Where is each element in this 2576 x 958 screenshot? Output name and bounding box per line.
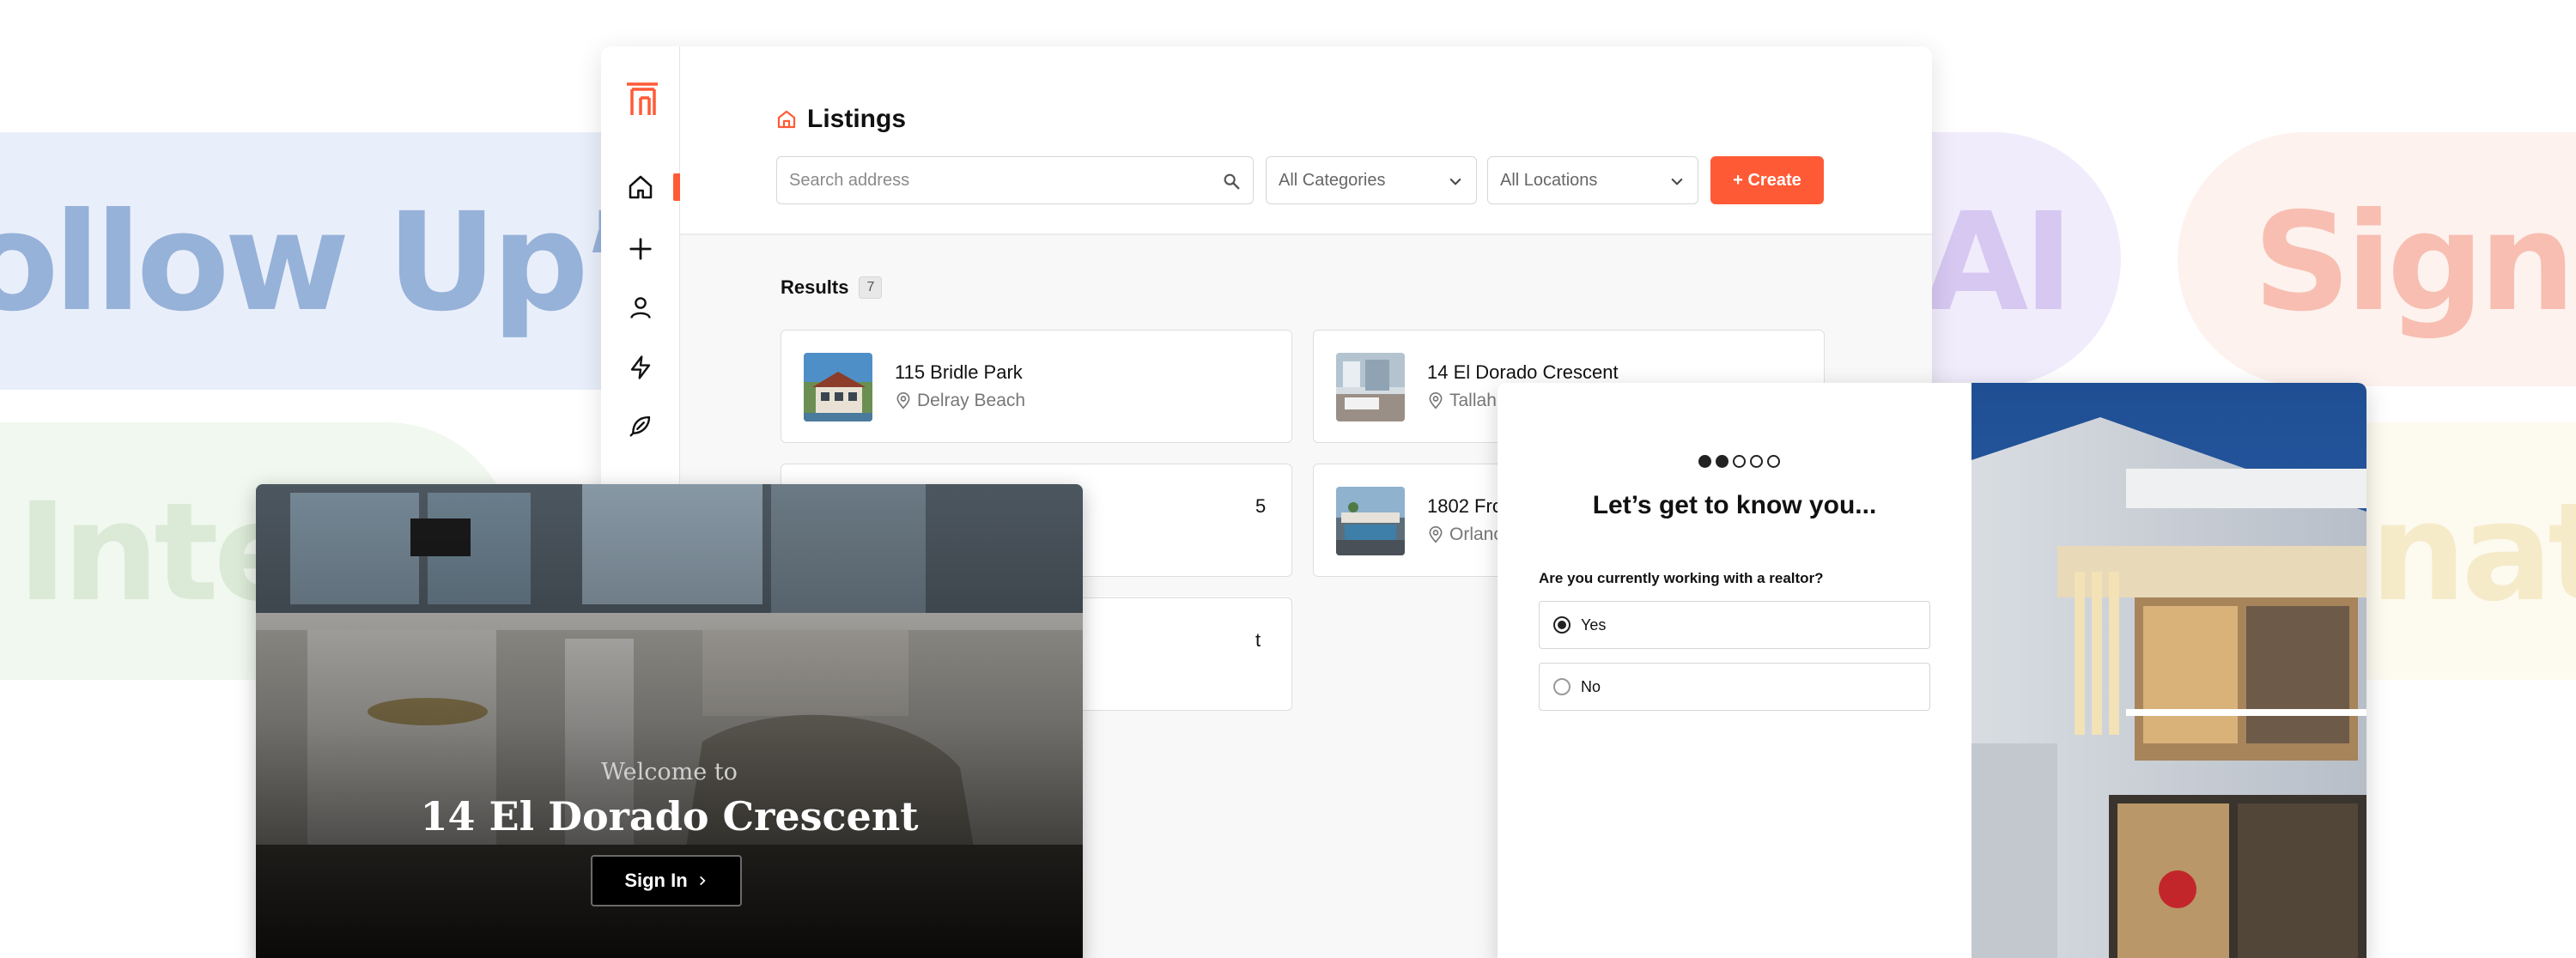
map-pin-icon bbox=[1429, 392, 1443, 409]
results-label: Results bbox=[781, 276, 849, 298]
property-title: 14 El Dorado Crescent bbox=[420, 793, 919, 840]
listing-name: 1802 Fro bbox=[1427, 495, 1504, 517]
listing-location: Orlanc bbox=[1427, 524, 1503, 545]
listing-thumbnail bbox=[804, 353, 872, 421]
background-text: nati bbox=[2370, 474, 2576, 632]
questionnaire-form: Let’s get to know you... Are you current… bbox=[1498, 383, 1971, 958]
option-no[interactable]: No bbox=[1539, 663, 1930, 711]
home-icon[interactable] bbox=[623, 170, 658, 204]
category-select[interactable]: All Categories bbox=[1266, 156, 1477, 204]
location-select[interactable]: All Locations bbox=[1487, 156, 1698, 204]
listings-home-icon bbox=[777, 110, 796, 129]
background-text: AI bbox=[1923, 184, 2074, 342]
progress-dot bbox=[1750, 455, 1763, 468]
background-pill-sign: Sign I bbox=[2178, 132, 2576, 386]
listing-name: 115 Bridle Park bbox=[895, 361, 1023, 383]
option-label: Yes bbox=[1581, 615, 1607, 634]
category-select-value: All Categories bbox=[1279, 170, 1386, 190]
plus-icon[interactable] bbox=[623, 232, 658, 266]
listing-location-text: Delray Beach bbox=[917, 391, 1026, 410]
progress-dots bbox=[1698, 455, 1780, 468]
search-box[interactable] bbox=[776, 156, 1254, 204]
listing-card[interactable]: 115 Bridle Park Delray Beach bbox=[781, 330, 1292, 443]
listing-name: t bbox=[1255, 629, 1261, 651]
listing-location-text: Tallah bbox=[1449, 391, 1497, 410]
sign-in-label: Sign In bbox=[624, 870, 688, 891]
background-text: Sign I bbox=[2253, 184, 2576, 342]
page-title: Listings bbox=[807, 105, 907, 133]
map-pin-icon bbox=[1429, 526, 1443, 543]
background-text: ollow Up’s bbox=[0, 184, 618, 342]
feather-icon[interactable] bbox=[623, 409, 658, 443]
results-header: Results 7 bbox=[781, 276, 883, 299]
results-count-badge: 7 bbox=[859, 276, 883, 299]
progress-dot bbox=[1767, 455, 1780, 468]
search-icon[interactable] bbox=[1222, 172, 1241, 191]
listing-location: Tallah bbox=[1427, 391, 1497, 411]
listings-header: Listings All Categories All Locations + … bbox=[680, 46, 1932, 235]
progress-dot bbox=[1733, 455, 1746, 468]
option-label: No bbox=[1581, 677, 1601, 695]
page-title-row: Listings bbox=[776, 105, 906, 134]
background-pill-follow-ups: ollow Up’s bbox=[0, 132, 618, 390]
chevron-down-icon bbox=[1449, 178, 1461, 185]
listing-thumbnail bbox=[1336, 487, 1405, 555]
listing-name: 14 El Dorado Crescent bbox=[1427, 361, 1619, 383]
listing-thumbnail bbox=[1336, 353, 1405, 421]
active-nav-indicator bbox=[673, 173, 680, 201]
question-text: Are you currently working with a realtor… bbox=[1539, 570, 1824, 586]
option-yes[interactable]: Yes bbox=[1539, 601, 1930, 649]
create-button[interactable]: + Create bbox=[1710, 156, 1824, 204]
lightning-icon[interactable] bbox=[623, 350, 658, 385]
listing-name: 5 bbox=[1255, 495, 1267, 517]
progress-dot bbox=[1698, 455, 1711, 468]
listing-location-text: Orlanc bbox=[1449, 524, 1503, 544]
chevron-down-icon bbox=[1671, 178, 1683, 185]
radio-selected[interactable] bbox=[1553, 616, 1571, 634]
radio-unselected[interactable] bbox=[1553, 678, 1571, 695]
map-pin-icon bbox=[896, 392, 910, 409]
location-select-value: All Locations bbox=[1500, 170, 1598, 190]
house-exterior-photo bbox=[1971, 383, 2366, 958]
sign-in-button[interactable]: Sign In bbox=[591, 855, 742, 906]
chevron-right-icon bbox=[699, 876, 706, 886]
welcome-signin-panel: Welcome to 14 El Dorado Crescent Sign In bbox=[256, 484, 1083, 958]
welcome-subtitle: Welcome to bbox=[601, 759, 738, 785]
search-input[interactable] bbox=[789, 157, 1210, 203]
questionnaire-title: Let’s get to know you... bbox=[1592, 491, 1877, 519]
progress-dot bbox=[1716, 455, 1728, 468]
onboarding-questionnaire: Let’s get to know you... Are you current… bbox=[1498, 383, 2366, 958]
user-icon[interactable] bbox=[623, 290, 658, 324]
listing-location: Delray Beach bbox=[895, 391, 1025, 411]
brand-logo-icon[interactable] bbox=[623, 81, 661, 118]
